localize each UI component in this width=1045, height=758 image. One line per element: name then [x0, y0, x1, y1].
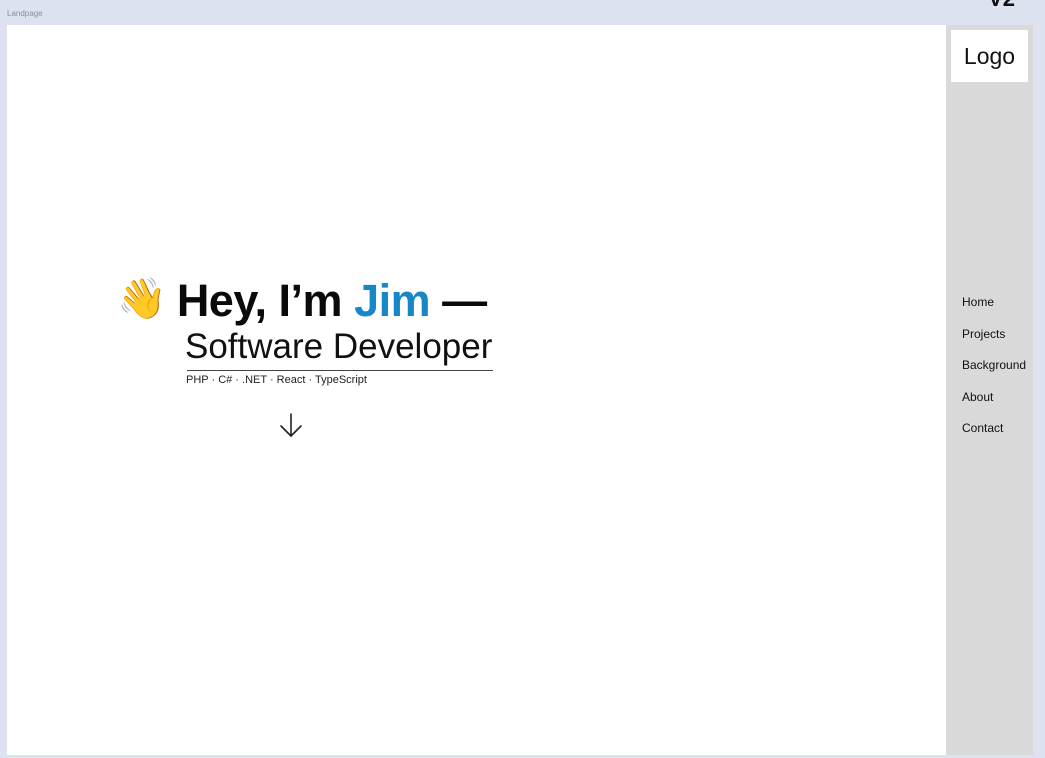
nav-item-contact[interactable]: Contact: [962, 421, 1026, 453]
hero-section: 👋 Hey, I’m Jim — Software Developer PHP …: [117, 271, 493, 386]
sidebar: Logo Home Projects Background About Cont…: [946, 25, 1033, 755]
nav-item-home[interactable]: Home: [962, 295, 1026, 327]
nav-item-about[interactable]: About: [962, 390, 1026, 422]
greeting-prefix: Hey, I’m: [176, 275, 355, 326]
canvas-margin: [1033, 25, 1045, 758]
sidebar-nav: Home Projects Background About Contact: [962, 295, 1026, 453]
version-tag: V2: [988, 0, 1015, 12]
waving-hand-icon: 👋: [117, 276, 167, 322]
hero-headline: Hey, I’m Jim —: [177, 275, 487, 327]
role-underline: [187, 370, 493, 371]
landing-page: 👋 Hey, I’m Jim — Software Developer PHP …: [7, 25, 946, 755]
role-text: Software Developer: [185, 327, 493, 366]
greeting-line: 👋 Hey, I’m Jim —: [117, 271, 492, 331]
arrow-down-svg: [280, 413, 302, 437]
skills-list: PHP · C# · .NET · React · TypeScript: [186, 374, 367, 386]
nav-item-projects[interactable]: Projects: [962, 327, 1026, 359]
developer-name: Jim: [354, 275, 431, 326]
nav-item-background[interactable]: Background: [962, 358, 1026, 390]
role-title: Software Developer: [185, 327, 493, 371]
logo[interactable]: Logo: [951, 30, 1028, 82]
greeting-suffix: —: [430, 275, 487, 326]
arrow-down-icon[interactable]: [279, 410, 303, 440]
frame-label: Landpage: [7, 9, 43, 18]
